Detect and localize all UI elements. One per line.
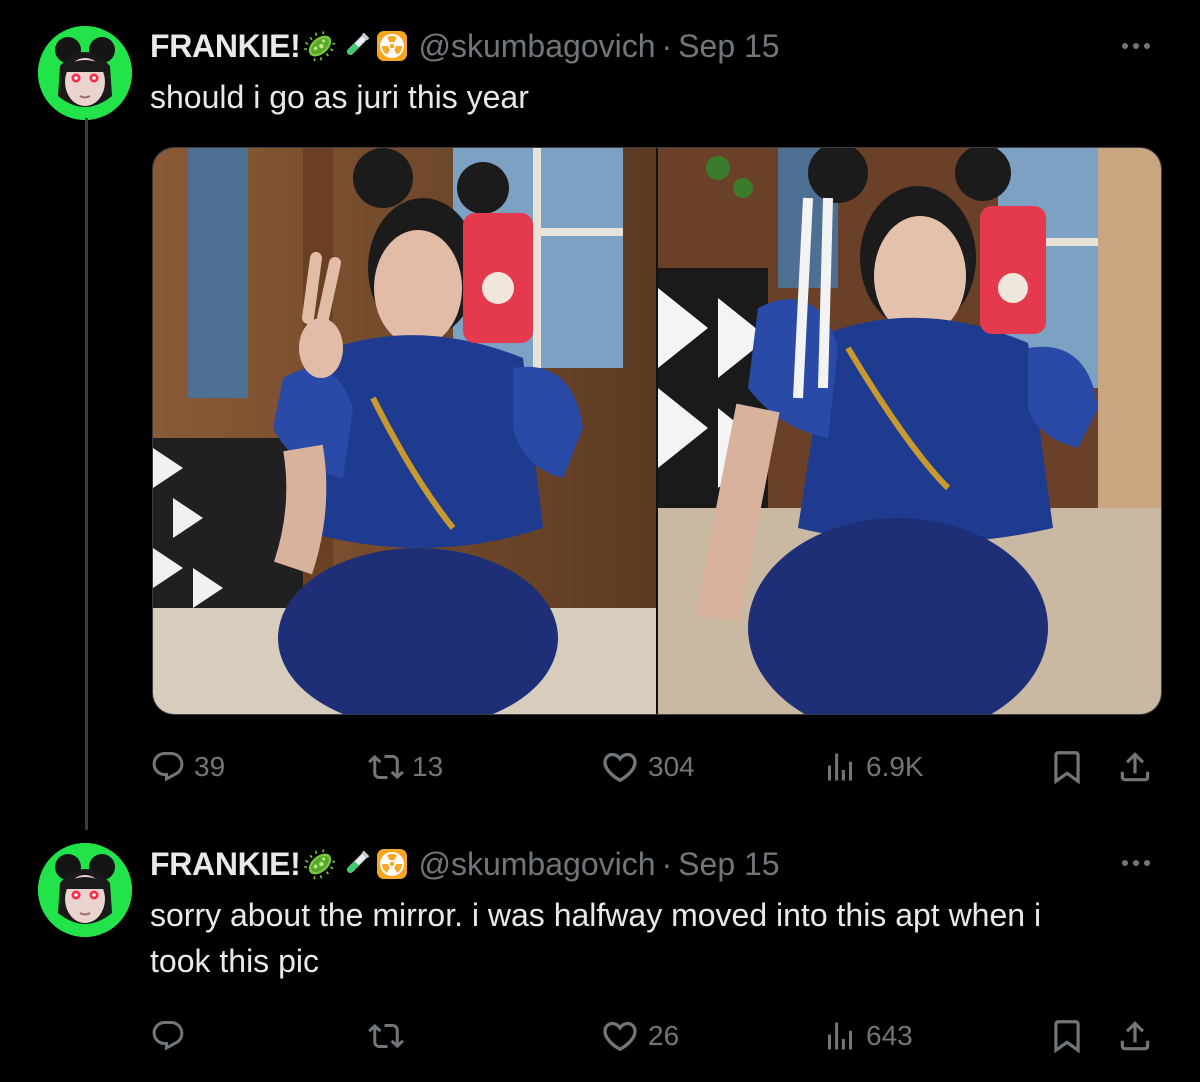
like-button[interactable]: 304 <box>600 747 695 787</box>
microbe-emoji <box>304 30 336 62</box>
share-icon <box>1116 748 1154 786</box>
tweet-2[interactable]: FRANKIE! @skumbagovich · Sep 15 sorry ab… <box>0 830 1200 1082</box>
media-grid <box>152 147 1162 715</box>
radioactive-emoji <box>376 30 408 62</box>
repost-icon <box>368 1018 404 1054</box>
repost-button[interactable]: 13 <box>368 747 443 787</box>
tweet-header: FRANKIE! @skumbagovich · Sep 15 <box>150 24 780 68</box>
photo-1[interactable] <box>153 148 656 714</box>
like-count: 304 <box>648 751 695 782</box>
repost-icon <box>368 749 404 785</box>
tweet-date[interactable]: Sep 15 <box>678 28 779 65</box>
share-button[interactable] <box>1116 1016 1154 1056</box>
display-name[interactable]: FRANKIE! <box>150 846 301 883</box>
reply-icon <box>150 749 186 785</box>
separator-dot: · <box>661 27 673 64</box>
views-count: 643 <box>866 1020 913 1051</box>
reply-count: 39 <box>194 751 226 782</box>
thread-connector-line <box>85 118 88 830</box>
more-icon[interactable] <box>1116 31 1156 61</box>
share-button[interactable] <box>1116 747 1154 787</box>
separator-dot: · <box>661 845 673 882</box>
like-icon <box>600 1016 640 1056</box>
bookmark-icon <box>1048 1017 1086 1055</box>
test-tube-emoji <box>340 848 372 880</box>
tweet-actions: 39 13 304 6.9K <box>150 747 1160 787</box>
tweet-1[interactable]: FRANKIE! @skumbagovich · Sep 15 should i… <box>0 0 1200 830</box>
user-handle[interactable]: @skumbagovich <box>418 846 655 883</box>
like-button[interactable]: 26 <box>600 1016 679 1056</box>
radioactive-emoji <box>376 848 408 880</box>
share-icon <box>1116 1017 1154 1055</box>
bookmark-button[interactable] <box>1048 747 1086 787</box>
tweet-text: should i go as juri this year <box>150 79 529 115</box>
views-icon <box>822 1018 858 1054</box>
microbe-emoji <box>304 848 336 880</box>
bookmark-button[interactable] <box>1048 1016 1086 1056</box>
repost-button[interactable] <box>368 1016 404 1056</box>
display-name[interactable]: FRANKIE! <box>150 28 301 65</box>
reply-button[interactable] <box>150 1016 186 1056</box>
reply-icon <box>150 1018 186 1054</box>
like-icon <box>600 747 640 787</box>
views-icon <box>822 749 858 785</box>
tweet-header: FRANKIE! @skumbagovich · Sep 15 <box>150 842 780 886</box>
reply-button[interactable]: 39 <box>150 747 225 787</box>
repost-count: 13 <box>412 751 444 782</box>
views-button[interactable]: 6.9K <box>822 747 924 787</box>
bookmark-icon <box>1048 748 1086 786</box>
avatar[interactable] <box>38 26 132 120</box>
more-icon[interactable] <box>1116 848 1156 878</box>
views-count: 6.9K <box>866 751 924 782</box>
tweet-date[interactable]: Sep 15 <box>678 846 779 883</box>
views-button[interactable]: 643 <box>822 1016 913 1056</box>
user-handle[interactable]: @skumbagovich <box>418 28 655 65</box>
tweet-actions: 26 643 <box>150 1016 1160 1056</box>
tweet-text: sorry about the mirror. i was halfway mo… <box>150 897 1042 979</box>
avatar[interactable] <box>38 843 132 937</box>
photo-2[interactable] <box>658 148 1161 714</box>
test-tube-emoji <box>340 30 372 62</box>
like-count: 26 <box>648 1020 680 1051</box>
